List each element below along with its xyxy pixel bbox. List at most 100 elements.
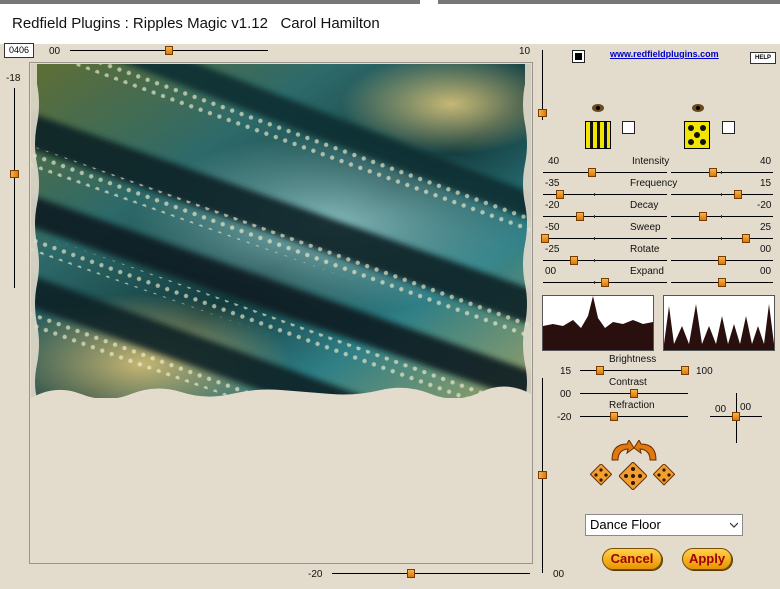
sweep-right-slider-track[interactable] xyxy=(671,238,773,239)
expand-right-value: 00 xyxy=(760,266,772,277)
expand-right-thumb[interactable] xyxy=(718,278,726,287)
left-pattern-checkbox[interactable] xyxy=(622,121,635,134)
sweep-left-thumb[interactable] xyxy=(541,234,549,243)
help-button[interactable]: HELP xyxy=(750,52,776,64)
preset-selected-value: Dance Floor xyxy=(590,517,661,532)
brightness-max-label: 100 xyxy=(696,366,713,377)
refraction-slider-track[interactable] xyxy=(580,416,688,417)
intensity-left-thumb[interactable] xyxy=(588,168,596,177)
frequency-left-value: -35 xyxy=(545,178,560,189)
rotate-left-slider-track[interactable] xyxy=(543,260,667,261)
sweep-left-slider-track[interactable] xyxy=(543,238,667,239)
top-checkbox[interactable] xyxy=(572,50,585,63)
plugin-window: Redfield Plugins : Ripples Magic v1.12 C… xyxy=(0,0,780,589)
contrast-label: Contrast xyxy=(609,377,647,388)
brightness-min-thumb[interactable] xyxy=(596,366,604,375)
ripple-preview-image xyxy=(31,64,531,398)
decay-left-thumb[interactable] xyxy=(576,212,584,221)
frequency-right-slider-track[interactable] xyxy=(671,194,773,195)
rotate-left-tick xyxy=(594,259,595,262)
right-waveform-graph xyxy=(663,295,775,351)
refraction-thumb[interactable] xyxy=(610,412,618,421)
expand-left-value: 00 xyxy=(545,266,557,277)
top-slider-max-label: 10 xyxy=(519,46,531,57)
intensity-right-value: 40 xyxy=(760,156,772,167)
sweep-right-tick xyxy=(721,237,722,240)
expand-left-tick xyxy=(594,281,595,284)
right-top-slider-thumb[interactable] xyxy=(538,109,547,117)
intensity-left-value: 40 xyxy=(548,156,560,167)
frequency-left-thumb[interactable] xyxy=(556,190,564,199)
window-top-edge xyxy=(0,0,780,4)
pad-thumb[interactable] xyxy=(732,412,740,421)
top-slider-thumb[interactable] xyxy=(165,46,173,55)
decay-right-value: -20 xyxy=(757,200,772,211)
expand-left-thumb[interactable] xyxy=(601,278,609,287)
decay-left-tick xyxy=(594,215,595,218)
chevron-down-icon xyxy=(730,522,738,528)
refraction-label: Refraction xyxy=(609,400,655,411)
sweep-right-thumb[interactable] xyxy=(742,234,750,243)
intensity-left-slider-track[interactable] xyxy=(543,172,667,173)
brightness-max-thumb[interactable] xyxy=(681,366,689,375)
sweep-right-value: 25 xyxy=(760,222,772,233)
rotate-right-value: 00 xyxy=(760,244,772,255)
contrast-value: 00 xyxy=(560,389,572,400)
left-waveform-graph xyxy=(542,295,654,351)
rotate-label: Rotate xyxy=(630,244,660,255)
left-slider-label: -18 xyxy=(6,73,21,84)
intensity-right-slider-track[interactable] xyxy=(671,172,773,173)
random-dice-large-icon[interactable] xyxy=(619,462,647,490)
website-link[interactable]: www.redfieldplugins.com xyxy=(610,49,719,59)
preset-dropdown[interactable]: Dance Floor xyxy=(585,514,743,536)
frequency-left-tick xyxy=(594,193,595,196)
rotate-left-value: -25 xyxy=(545,244,560,255)
rotate-right-thumb[interactable] xyxy=(718,256,726,265)
rotate-left-thumb[interactable] xyxy=(570,256,578,265)
apply-button[interactable]: Apply xyxy=(682,548,732,570)
bottom-slider-thumb[interactable] xyxy=(407,569,415,578)
cancel-button[interactable]: Cancel xyxy=(602,548,662,570)
random-dice-small-right-icon[interactable] xyxy=(653,464,675,486)
left-slider-track[interactable] xyxy=(14,88,15,288)
decay-right-slider-track[interactable] xyxy=(671,216,773,217)
frame-counter: 0406 xyxy=(4,43,34,58)
decay-label: Decay xyxy=(630,200,659,211)
brightness-min-label: 15 xyxy=(560,366,572,377)
title-bar: Redfield Plugins : Ripples Magic v1.12 C… xyxy=(0,0,780,45)
rotate-arrows-icon[interactable] xyxy=(607,440,661,462)
sweep-label: Sweep xyxy=(630,222,661,233)
intensity-right-thumb[interactable] xyxy=(709,168,717,177)
left-slider-thumb[interactable] xyxy=(10,170,19,178)
vertical-stripes-pattern-icon[interactable] xyxy=(585,121,611,149)
expand-label: Expand xyxy=(630,266,664,277)
pad-x-label: 00 xyxy=(715,404,727,415)
contrast-thumb[interactable] xyxy=(630,389,638,398)
right-bottom-slider-label: 00 xyxy=(553,569,565,580)
eye-icon[interactable] xyxy=(691,103,705,113)
preview-panel[interactable] xyxy=(29,62,533,564)
frequency-right-tick xyxy=(721,193,722,196)
decay-left-slider-track[interactable] xyxy=(543,216,667,217)
frequency-label: Frequency xyxy=(630,178,678,189)
right-bottom-slider-thumb[interactable] xyxy=(538,471,547,479)
checker-pattern-icon[interactable] xyxy=(684,121,710,149)
frequency-right-value: 15 xyxy=(760,178,772,189)
random-dice-small-left-icon[interactable] xyxy=(590,464,612,486)
bottom-slider-track[interactable] xyxy=(332,573,530,574)
sweep-left-tick xyxy=(594,237,595,240)
refraction-value: -20 xyxy=(557,412,572,423)
eye-icon[interactable] xyxy=(591,103,605,113)
sweep-left-value: -50 xyxy=(545,222,560,233)
right-pattern-checkbox[interactable] xyxy=(722,121,735,134)
decay-right-tick xyxy=(721,215,722,218)
intensity-label: Intensity xyxy=(632,156,670,167)
top-slider-min-label: 00 xyxy=(49,46,61,57)
intensity-right-tick xyxy=(721,171,722,174)
brightness-label: Brightness xyxy=(609,354,657,365)
decay-right-thumb[interactable] xyxy=(699,212,707,221)
frequency-right-thumb[interactable] xyxy=(734,190,742,199)
decay-left-value: -20 xyxy=(545,200,560,211)
pad-y-label: 00 xyxy=(740,402,752,413)
window-title: Redfield Plugins : Ripples Magic v1.12 C… xyxy=(12,15,380,32)
